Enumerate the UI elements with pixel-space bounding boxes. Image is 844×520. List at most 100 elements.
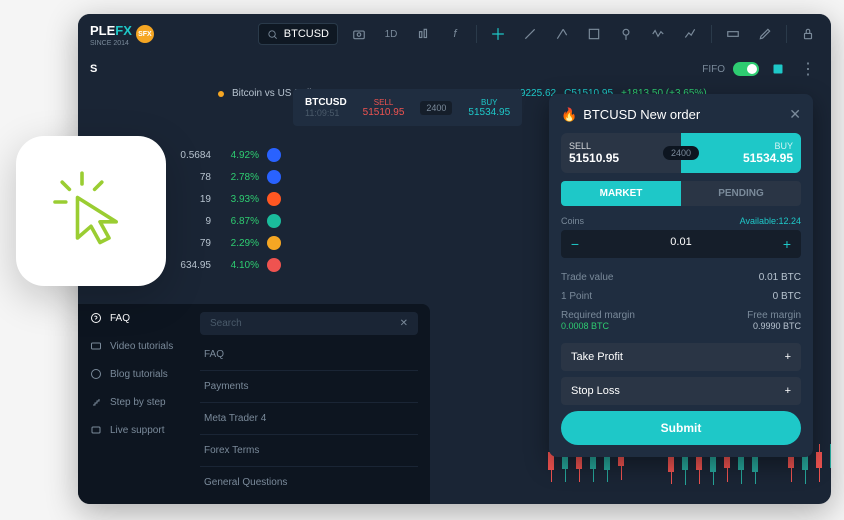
help-search[interactable]: Search✕ (200, 312, 418, 335)
timeframe-selector[interactable]: 1D (380, 23, 402, 45)
pin-icon[interactable] (615, 23, 637, 45)
help-panel: FAQ Video tutorials Blog tutorials Step … (78, 304, 430, 504)
free-margin-label: Free margin (747, 310, 801, 321)
pencil-icon[interactable] (754, 23, 776, 45)
logo-fx: FX (115, 23, 132, 38)
coin-icon (267, 236, 281, 250)
separator (476, 25, 477, 43)
close-icon[interactable]: ✕ (789, 106, 801, 123)
amount-stepper: − 0.01 + (561, 230, 801, 258)
take-profit-row[interactable]: Take Profit+ (561, 343, 801, 371)
layout-icon[interactable] (767, 58, 789, 80)
tab-pending[interactable]: PENDING (681, 181, 801, 206)
logo-text: PLE (90, 23, 115, 38)
order-title: BTCUSD New order (583, 107, 700, 122)
watchlist-item[interactable]: 792.29% (173, 232, 281, 254)
watchlist-item[interactable]: 96.87% (173, 210, 281, 232)
separator (711, 25, 712, 43)
search-value: BTCUSD (284, 28, 329, 40)
close-icon[interactable]: ✕ (400, 318, 408, 329)
symbol-search[interactable]: BTCUSD (258, 23, 338, 45)
coin-icon (267, 170, 281, 184)
submit-button[interactable]: Submit (561, 411, 801, 445)
watchlist-item[interactable]: 634.954.10% (173, 254, 281, 276)
watchlist: 0.56844.92% 782.78% 193.93% 96.87% 792.2… (173, 144, 281, 276)
watchlist-header: S (90, 63, 97, 75)
camera-icon[interactable] (348, 23, 370, 45)
order-title-row: 🔥 BTCUSD New order ✕ (561, 106, 801, 123)
help-content: Search✕ FAQ Payments Meta Trader 4 Forex… (188, 312, 430, 498)
sell-price: 51510.95 (363, 107, 405, 118)
trendline-icon[interactable] (519, 23, 541, 45)
available-balance: Available:12.24 (740, 216, 801, 226)
fifo-label: FIFO (702, 64, 725, 75)
plus-icon: + (785, 351, 791, 363)
help-nav-faq[interactable]: FAQ (78, 304, 188, 332)
spread: 2400 (420, 101, 452, 115)
help-topic[interactable]: Payments (200, 371, 418, 403)
coin-icon (267, 258, 281, 272)
watchlist-item[interactable]: 193.93% (173, 188, 281, 210)
decrement-button[interactable]: − (561, 230, 589, 258)
topbar: PLEFX SINCE 2014 SFX BTCUSD 1D f (78, 14, 831, 54)
cursor-illustration (16, 136, 166, 286)
fifo-toggle[interactable] (733, 62, 759, 76)
crosshair-icon[interactable] (487, 23, 509, 45)
point-value: 0 BTC (773, 291, 801, 302)
help-topic[interactable]: Forex Terms (200, 435, 418, 467)
coin-icon (267, 192, 281, 206)
ticker-symbol: BTCUSD (305, 97, 347, 108)
ruler-icon[interactable] (722, 23, 744, 45)
watchlist-item[interactable]: 782.78% (173, 166, 281, 188)
ticker-card[interactable]: BTCUSD 11:09:51 SELL 51510.95 2400 BUY 5… (293, 89, 522, 126)
point-label: 1 Point (561, 291, 592, 302)
separator (786, 25, 787, 43)
spread-badge: 2400 (663, 146, 699, 160)
trade-value: 0.01 BTC (759, 272, 801, 283)
search-icon (267, 29, 278, 40)
buy-button[interactable]: BUY 51534.95 (681, 133, 801, 173)
help-nav-support[interactable]: Live support (78, 416, 188, 444)
help-nav-video[interactable]: Video tutorials (78, 332, 188, 360)
increment-button[interactable]: + (773, 230, 801, 258)
fire-icon: 🔥 (561, 107, 577, 123)
tab-market[interactable]: MARKET (561, 181, 681, 206)
buy-label: BUY (468, 98, 510, 107)
buy-sell-toggle: SELL 51510.95 BUY 51534.95 2400 (561, 133, 801, 173)
help-nav-blog[interactable]: Blog tutorials (78, 360, 188, 388)
menu-icon[interactable]: ⋮ (797, 58, 819, 80)
order-type-tabs: MARKET PENDING (561, 181, 801, 206)
candle-icon[interactable] (412, 23, 434, 45)
logo-since: SINCE 2014 (90, 40, 132, 47)
help-topic[interactable]: General Questions (200, 467, 418, 498)
pitchfork-icon[interactable] (551, 23, 573, 45)
coins-label: Coins (561, 216, 584, 226)
help-topic[interactable]: FAQ (200, 339, 418, 371)
help-nav-step[interactable]: Step by step (78, 388, 188, 416)
req-margin-label: Required margin (561, 310, 635, 321)
help-nav: FAQ Video tutorials Blog tutorials Step … (78, 304, 188, 444)
sfx-badge: SFX (136, 25, 154, 43)
app-window: PLEFX SINCE 2014 SFX BTCUSD 1D f S FIFO (78, 14, 831, 504)
lock-icon[interactable] (797, 23, 819, 45)
order-panel: 🔥 BTCUSD New order ✕ SELL 51510.95 BUY 5… (549, 94, 813, 457)
buy-price: 51534.95 (468, 107, 510, 118)
pattern-icon[interactable] (647, 23, 669, 45)
help-topic[interactable]: Meta Trader 4 (200, 403, 418, 435)
cursor-icon (46, 166, 136, 256)
free-margin: 0.9990 BTC (747, 321, 801, 331)
logo: PLEFX SINCE 2014 SFX (90, 22, 154, 47)
stop-loss-row[interactable]: Stop Loss+ (561, 377, 801, 405)
forecast-icon[interactable] (679, 23, 701, 45)
watchlist-item[interactable]: 0.56844.92% (173, 144, 281, 166)
fifo-row: S FIFO ⋮ (78, 54, 831, 84)
amount-value[interactable]: 0.01 (589, 230, 773, 258)
ticker-time: 11:09:51 (305, 108, 347, 118)
sell-label: SELL (363, 98, 405, 107)
info-dot (218, 91, 224, 97)
fx-icon[interactable]: f (444, 23, 466, 45)
req-margin: 0.0008 BTC (561, 321, 635, 331)
shape-icon[interactable] (583, 23, 605, 45)
plus-icon: + (785, 385, 791, 397)
coin-icon (267, 148, 281, 162)
